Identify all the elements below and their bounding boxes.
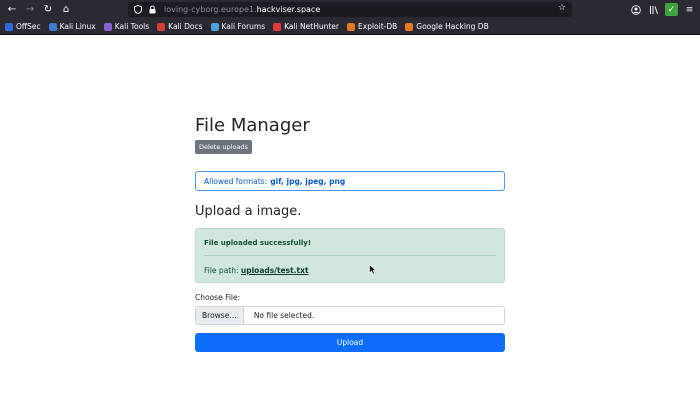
bookmark-kali-tools[interactable]: Kali Tools — [103, 22, 150, 31]
bookmark-icon — [48, 22, 57, 31]
bookmark-kali-forums[interactable]: Kali Forums — [210, 22, 266, 31]
file-input[interactable]: Browse… No file selected. — [195, 306, 505, 325]
section-title: Upload a image. — [195, 204, 302, 219]
bookmark-icon — [405, 22, 414, 31]
bookmark-label: Google Hacking DB — [416, 22, 489, 31]
menu-icon[interactable]: ≡ — [683, 3, 696, 16]
url-host: hackviser.space — [256, 5, 321, 14]
no-file-text: No file selected. — [253, 311, 315, 320]
shield-icon[interactable] — [132, 4, 144, 16]
bookmark-label: Kali Linux — [59, 22, 96, 31]
url-text[interactable]: loving-cyborg.europe1.hackviser.space — [164, 5, 320, 14]
delete-uploads-button[interactable]: Delete uploads — [195, 140, 252, 154]
bookmark-label: Kali NetHunter — [284, 22, 340, 31]
extension-icon[interactable]: ✓ — [665, 3, 678, 16]
bookmark-icon — [273, 22, 282, 31]
alert-divider — [204, 255, 496, 256]
bookmark-icon — [210, 22, 219, 31]
bookmark-kali-docs[interactable]: Kali Docs — [157, 22, 203, 31]
file-path-label: File path: — [204, 266, 239, 275]
formats-value: gif, jpg, jpeg, png — [270, 176, 346, 186]
page-title: File Manager — [195, 115, 310, 136]
formats-label: Allowed formats: — [204, 176, 268, 186]
upload-button[interactable]: Upload — [195, 333, 505, 352]
bookmark-offsec[interactable]: OffSec — [5, 22, 41, 31]
bookmark-label: Kali Docs — [168, 22, 203, 31]
browse-button[interactable]: Browse… — [196, 307, 244, 324]
success-alert: File uploaded successfully! File path: u… — [195, 228, 505, 283]
choose-file-label: Choose File: — [195, 293, 241, 302]
url-prefix: loving-cyborg.europe1. — [164, 5, 257, 14]
library-icon[interactable] — [647, 3, 660, 16]
allowed-formats-info: Allowed formats: gif, jpg, jpeg, png — [195, 171, 505, 191]
bookmark-icon — [103, 22, 112, 31]
bookmark-label: Exploit-DB — [358, 22, 398, 31]
star-icon[interactable]: ☆ — [558, 3, 566, 13]
file-path-link[interactable]: uploads/test.txt — [241, 266, 309, 275]
bookmarks-bar: OffSec Kali Linux Kali Tools Kali Docs K… — [0, 19, 700, 35]
bookmark-label: Kali Tools — [114, 22, 150, 31]
bookmark-google-hacking-db[interactable]: Google Hacking DB — [405, 22, 489, 31]
forward-button[interactable]: → — [21, 0, 39, 19]
mouse-cursor-icon — [369, 264, 377, 275]
alert-heading: File uploaded successfully! — [204, 239, 312, 247]
url-bar[interactable]: loving-cyborg.europe1.hackviser.space ☆ — [128, 2, 572, 17]
bookmark-icon — [347, 22, 356, 31]
account-icon[interactable] — [629, 3, 642, 16]
bookmark-icon — [5, 22, 13, 31]
lock-icon[interactable] — [146, 4, 158, 16]
home-button[interactable]: ⌂ — [57, 0, 75, 19]
bookmark-kali-nethunter[interactable]: Kali NetHunter — [273, 22, 339, 31]
bookmark-icon — [157, 22, 166, 31]
bookmark-exploit-db[interactable]: Exploit-DB — [347, 22, 397, 31]
bookmark-label: Kali Forums — [221, 22, 266, 31]
browser-toolbar: ← → ↻ ⌂ loving-cyborg.europe1.hackviser.… — [0, 0, 700, 19]
reload-button[interactable]: ↻ — [39, 0, 57, 19]
bookmark-label: OffSec — [16, 22, 41, 31]
back-button[interactable]: ← — [3, 0, 21, 19]
bookmark-kali-linux[interactable]: Kali Linux — [48, 22, 96, 31]
alert-file-path: File path: uploads/test.txt — [204, 266, 309, 275]
